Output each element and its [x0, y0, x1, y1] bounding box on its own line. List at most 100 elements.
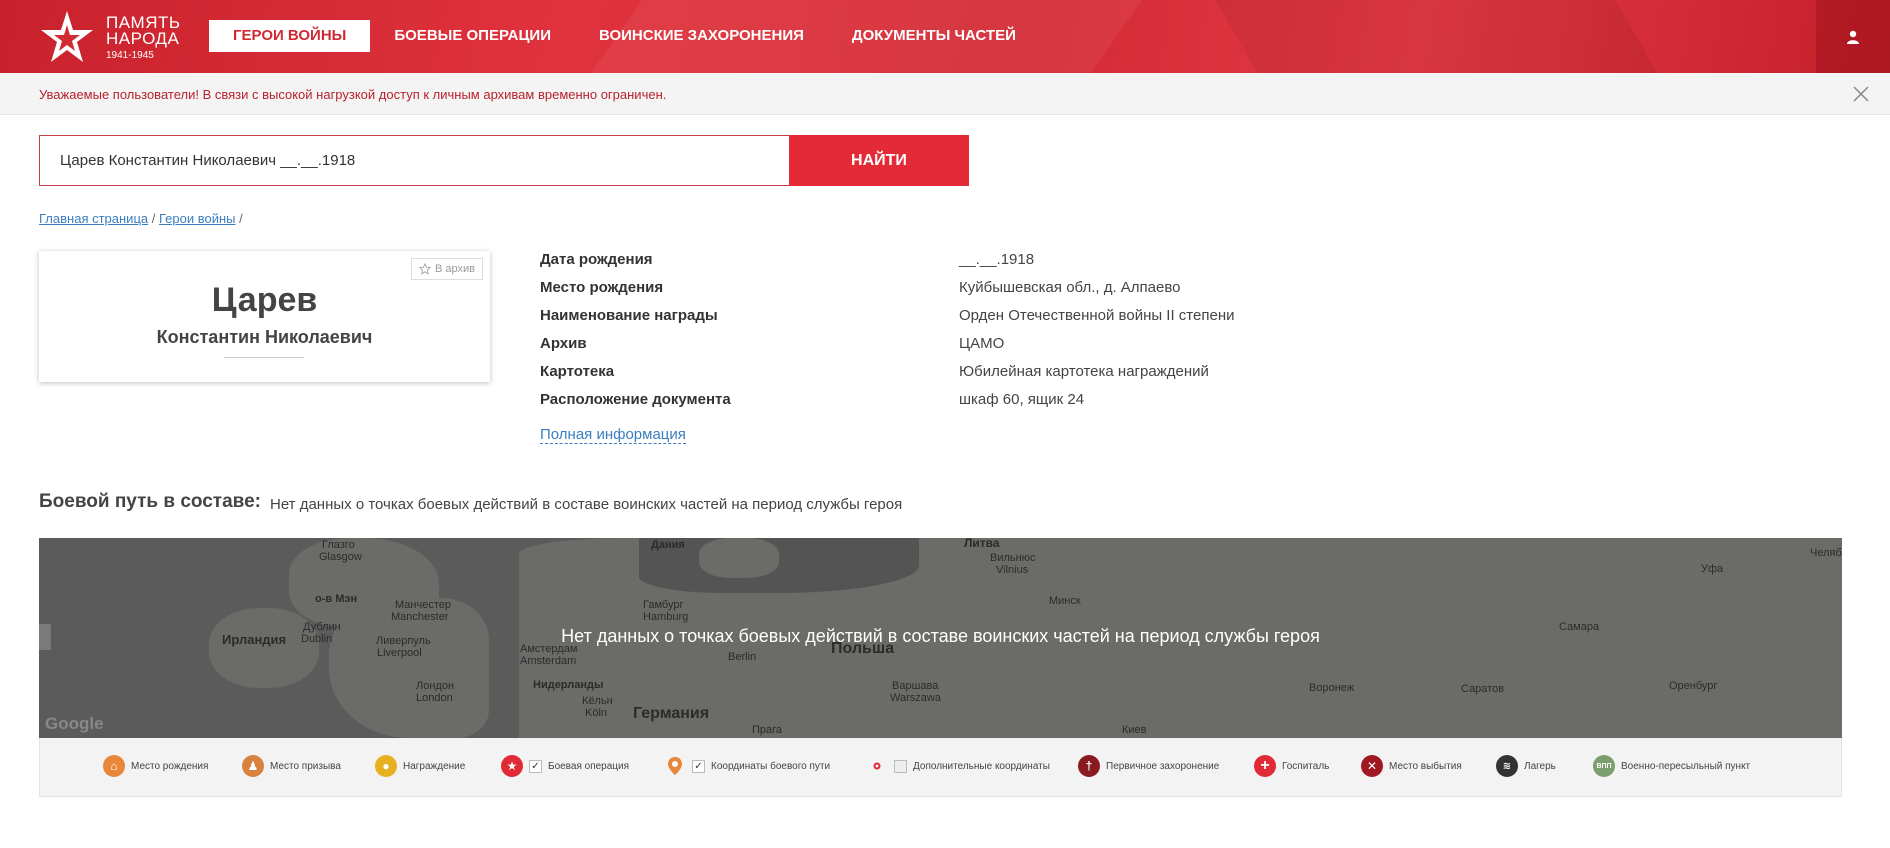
info-label: Место рождения	[540, 279, 664, 296]
legend-birthplace[interactable]: ⌂ Место рождения	[103, 755, 208, 777]
user-icon	[1847, 30, 1859, 44]
nav-heroes[interactable]: ГЕРОИ ВОЙНЫ	[209, 20, 371, 52]
hero-name: Константин Николаевич	[156, 327, 373, 347]
map-label: Оренбург	[1669, 680, 1718, 692]
nav-operations[interactable]: БОЕВЫЕ ОПЕРАЦИИ	[370, 20, 575, 52]
legend-label: Место призыва	[270, 760, 341, 772]
full-info-link[interactable]: Полная информация	[540, 426, 686, 444]
hero-info-table: Дата рождения __.__.1918 Место рождения …	[540, 251, 1440, 419]
legend-departure[interactable]: ✕ Место выбытия	[1361, 755, 1462, 777]
legend-label: Награждение	[403, 760, 466, 772]
combat-operation-checkbox[interactable]: ✓	[529, 759, 542, 773]
cross-icon: †	[1078, 755, 1100, 777]
breadcrumb: Главная страница / Герои войны /	[39, 211, 243, 226]
map-label: Hamburg	[643, 611, 689, 623]
dot-icon	[873, 762, 881, 770]
info-row-document-location: Расположение документа шкаф 60, ящик 24	[540, 391, 1440, 419]
legend-award[interactable]: ● Награждение	[375, 755, 465, 777]
divider	[224, 357, 304, 358]
extra-coords-checkbox[interactable]	[894, 759, 907, 773]
legend-conscription[interactable]: ♟ Место призыва	[242, 755, 341, 777]
map-label: Литва	[964, 538, 1000, 550]
archive-label: В архив	[435, 263, 475, 275]
map-label: Liverpool	[377, 647, 422, 659]
house-icon: ⌂	[103, 755, 125, 777]
nav-documents[interactable]: ДОКУМЕНТЫ ЧАСТЕЙ	[828, 20, 1040, 52]
breadcrumb-heroes[interactable]: Герои войны	[159, 211, 236, 226]
info-label: Картотека	[540, 363, 615, 380]
add-to-archive-button[interactable]: В архив	[411, 258, 483, 280]
info-value: шкаф 60, ящик 24	[959, 391, 1085, 408]
legend-primary-burial[interactable]: † Первичное захоронение	[1078, 755, 1219, 777]
combat-path-title: Боевой путь в составе:	[39, 491, 262, 512]
map-label: Glasgow	[319, 551, 362, 563]
combat-map[interactable]: Глазго Glasgow о-в Мэн Ирландия Дублин D…	[39, 538, 1842, 738]
legend-label: Военно-пересыльный пункт	[1621, 760, 1751, 772]
map-label: Прага	[752, 724, 783, 736]
map-label: London	[416, 692, 453, 704]
info-value: Куйбышевская обл., д. Алпаево	[959, 279, 1181, 296]
legend-label: Первичное захоронение	[1106, 760, 1220, 772]
map-label: Лондон	[416, 680, 455, 692]
map-label: Amsterdam	[520, 655, 577, 667]
legend-extra-coords[interactable]: Дополнительные координаты	[866, 755, 1050, 777]
map-label: Гамбург	[643, 599, 684, 611]
plus-icon: +	[1254, 755, 1276, 777]
search-button[interactable]: НАЙТИ	[789, 135, 969, 186]
info-row-birth-date: Дата рождения __.__.1918	[540, 251, 1440, 279]
vpp-icon: ВПП	[1593, 755, 1615, 777]
hero-card: В архив Царев Константин Николаевич	[39, 251, 490, 382]
legend-label: Дополнительные координаты	[913, 760, 1050, 772]
map-label: Berlin	[728, 651, 757, 663]
info-row-card-index: Картотека Юбилейная картотека награждени…	[540, 363, 1440, 391]
logo-years: 1941-1945	[106, 50, 154, 61]
user-account-button[interactable]	[1816, 0, 1890, 73]
map-label: Германия	[633, 705, 710, 722]
top-header: ПАМЯТЬ НАРОДА 1941-1945 ГЕРОИ ВОЙНЫ БОЕВ…	[0, 0, 1890, 73]
hero-surname: Царев	[211, 281, 318, 319]
map-label: Köln	[585, 707, 608, 719]
map-label: Варшава	[892, 680, 939, 692]
map-label: Челяб	[1810, 547, 1842, 559]
info-value: __.__.1918	[959, 251, 1035, 268]
breadcrumb-separator: /	[239, 211, 243, 226]
map-label: Глазго	[322, 539, 355, 551]
map-land	[699, 538, 779, 578]
legend-transit-point[interactable]: ВПП Военно-пересыльный пункт	[1593, 755, 1750, 777]
main-nav: ГЕРОИ ВОЙНЫ БОЕВЫЕ ОПЕРАЦИИ ВОИНСКИЕ ЗАХ…	[209, 20, 1040, 52]
legend-camp[interactable]: ≋ Лагерь	[1496, 755, 1556, 777]
map-label: Кёльн	[582, 695, 613, 707]
map-label: Manchester	[391, 611, 449, 623]
info-label: Дата рождения	[540, 251, 653, 268]
legend-combat-path[interactable]: ✓ Координаты боевого пути	[664, 755, 830, 777]
nav-burials[interactable]: ВОИНСКИЕ ЗАХОРОНЕНИЯ	[575, 20, 828, 52]
notice-bar: Уважаемые пользователи! В связи с высоко…	[0, 73, 1890, 115]
site-logo[interactable]: ПАМЯТЬ НАРОДА 1941-1945	[38, 9, 188, 65]
info-label: Архив	[540, 335, 587, 352]
map-label: Минск	[1049, 595, 1081, 607]
legend-label: Место рождения	[131, 760, 209, 772]
map-label: Warszawa	[890, 692, 941, 704]
info-value: Орден Отечественной войны II степени	[959, 307, 1235, 324]
info-row-archive: Архив ЦАМО	[540, 335, 1440, 363]
legend-hospital[interactable]: + Госпиталь	[1254, 755, 1329, 777]
legend-label: Лагерь	[1524, 760, 1556, 772]
combat-path-checkbox[interactable]: ✓	[692, 759, 705, 773]
star-icon: ★	[501, 755, 523, 777]
logo-text: ПАМЯТЬ НАРОДА	[106, 14, 181, 48]
search-input[interactable]	[39, 135, 789, 186]
x-icon: ✕	[1361, 755, 1383, 777]
map-overlay-text: Нет данных о точках боевых действий в со…	[561, 626, 1320, 646]
logo-line-2: НАРОДА	[106, 29, 180, 48]
info-label: Расположение документа	[540, 391, 731, 408]
map-legend: ⌂ Место рождения ♟ Место призыва ● Награ…	[39, 738, 1842, 797]
close-icon[interactable]	[1852, 85, 1870, 103]
info-row-birth-place: Место рождения Куйбышевская обл., д. Алп…	[540, 279, 1440, 307]
breadcrumb-home[interactable]: Главная страница	[39, 211, 148, 226]
google-logo: Google	[45, 714, 104, 733]
map-label: Нидерланды	[533, 679, 604, 691]
medal-icon: ●	[375, 755, 397, 777]
legend-combat-operation[interactable]: ★ ✓ Боевая операция	[501, 755, 629, 777]
search-bar: НАЙТИ	[39, 135, 969, 186]
breadcrumb-separator: /	[151, 211, 156, 226]
